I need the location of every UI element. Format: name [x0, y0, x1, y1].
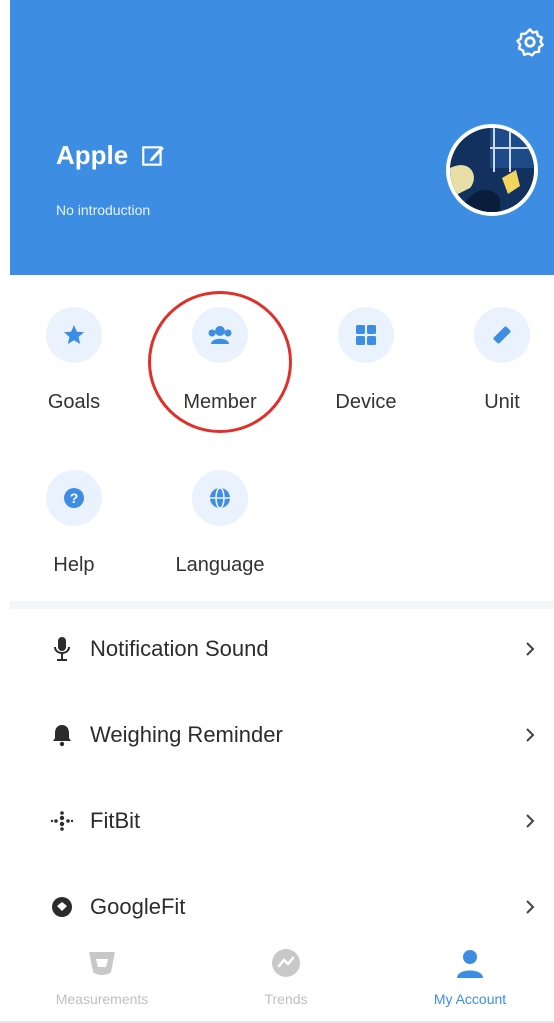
- help-button[interactable]: ? Help: [24, 470, 124, 577]
- profile-introduction: No introduction: [56, 202, 151, 218]
- chevron-right-icon: [526, 642, 535, 656]
- grid-icon: [356, 325, 376, 345]
- chevron-right-icon: [526, 900, 535, 914]
- trends-icon: [272, 949, 300, 977]
- weighing-reminder-row[interactable]: Weighing Reminder: [10, 696, 554, 774]
- notification-sound-label: Notification Sound: [90, 636, 269, 661]
- language-icon-circle: [192, 470, 248, 526]
- tab-measurements[interactable]: Measurements: [10, 940, 194, 1007]
- tab-trends[interactable]: Trends: [194, 940, 378, 1007]
- unit-icon-circle: [474, 307, 530, 363]
- goals-button[interactable]: Goals: [24, 307, 124, 414]
- globe-icon: [210, 487, 230, 509]
- goals-label: Goals: [47, 391, 101, 413]
- help-icon: ?: [64, 488, 84, 508]
- fitbit-label: FitBit: [90, 808, 141, 833]
- tab-my-account[interactable]: My Account: [378, 940, 554, 1007]
- device-button[interactable]: Device: [316, 307, 416, 414]
- chevron-right-icon: [526, 814, 535, 828]
- star-icon: [64, 325, 84, 344]
- profile-header: Apple No introduction: [10, 0, 554, 275]
- notification-sound-row[interactable]: Notification Sound: [10, 610, 554, 688]
- weighing-reminder-label: Weighing Reminder: [90, 722, 283, 747]
- googlefit-row[interactable]: GoogleFit: [10, 868, 554, 946]
- person-icon: [457, 950, 483, 978]
- fitbit-row[interactable]: FitBit: [10, 782, 554, 860]
- edit-profile-icon[interactable]: [140, 143, 166, 169]
- device-label: Device: [335, 391, 397, 413]
- language-label: Language: [175, 554, 265, 576]
- fitbit-icon: [50, 811, 74, 831]
- language-button[interactable]: Language: [170, 470, 270, 577]
- unit-button[interactable]: Unit: [452, 307, 552, 414]
- ruler-icon: [493, 326, 511, 344]
- help-label: Help: [53, 554, 95, 576]
- tab-trends-label: Trends: [264, 991, 308, 1007]
- bell-icon: [53, 725, 71, 747]
- tab-my-account-label: My Account: [433, 991, 507, 1007]
- scale-icon: [89, 952, 115, 975]
- unit-label: Unit: [484, 391, 520, 413]
- device-icon-circle: [338, 307, 394, 363]
- bottom-tab-bar: Measurements Trends My Account: [0, 940, 554, 1023]
- tab-measurements-label: Measurements: [55, 991, 149, 1007]
- settings-gear-icon[interactable]: [514, 26, 546, 58]
- avatar[interactable]: [446, 124, 538, 216]
- goals-icon-circle: [46, 307, 102, 363]
- section-divider: [10, 601, 554, 609]
- profile-name: Apple: [56, 140, 129, 170]
- member-highlight-ring: [148, 291, 292, 433]
- microphone-icon: [54, 637, 70, 661]
- chevron-right-icon: [526, 728, 535, 742]
- googlefit-label: GoogleFit: [90, 894, 186, 919]
- googlefit-icon: [52, 897, 72, 917]
- help-icon-circle: ?: [46, 470, 102, 526]
- svg-text:?: ?: [70, 490, 79, 506]
